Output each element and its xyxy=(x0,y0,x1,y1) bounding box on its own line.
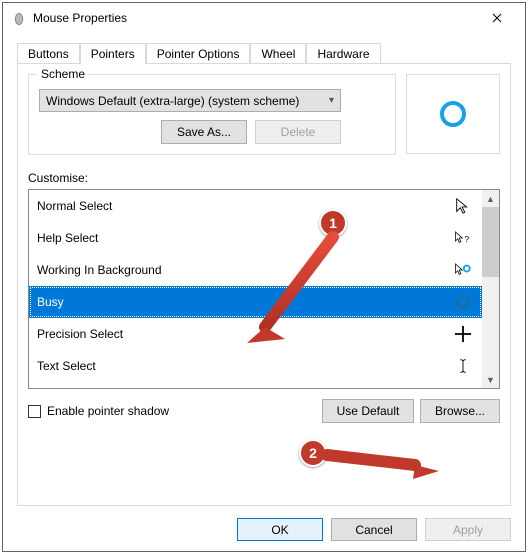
scroll-down-button[interactable]: ▼ xyxy=(482,371,499,388)
mouse-properties-window: Mouse Properties Buttons Pointers Pointe… xyxy=(2,2,526,552)
list-item[interactable]: Help Select ? xyxy=(29,222,482,254)
delete-button: Delete xyxy=(255,120,341,144)
help-cursor-icon: ? xyxy=(452,229,474,247)
scheme-combo-value: Windows Default (extra-large) (system sc… xyxy=(46,94,299,108)
checkbox-box[interactable] xyxy=(28,405,41,418)
list-item[interactable]: Normal Select xyxy=(29,190,482,222)
tab-pointer-options[interactable]: Pointer Options xyxy=(146,43,251,63)
busy-ring-icon xyxy=(440,101,466,127)
browse-button[interactable]: Browse... xyxy=(420,399,500,423)
close-button[interactable] xyxy=(477,4,517,32)
customise-label: Customise: xyxy=(28,171,500,185)
tab-panel-pointers: Scheme Windows Default (extra-large) (sy… xyxy=(17,63,511,506)
tab-hardware[interactable]: Hardware xyxy=(306,43,380,63)
scheme-groupbox: Scheme Windows Default (extra-large) (sy… xyxy=(28,74,396,155)
list-item[interactable]: Text Select xyxy=(29,350,482,382)
svg-text:?: ? xyxy=(465,235,470,244)
checkbox-label: Enable pointer shadow xyxy=(47,404,169,418)
ok-button[interactable]: OK xyxy=(237,518,323,541)
list-item[interactable]: Precision Select xyxy=(29,318,482,350)
working-cursor-icon xyxy=(452,261,474,279)
scheme-combo[interactable]: Windows Default (extra-large) (system sc… xyxy=(39,89,341,112)
list-item-selected[interactable]: Busy xyxy=(29,286,482,318)
cursor-preview xyxy=(406,74,500,154)
text-cursor-icon xyxy=(452,357,474,375)
save-as-button[interactable]: Save As... xyxy=(161,120,247,144)
cancel-button[interactable]: Cancel xyxy=(331,518,417,541)
chevron-down-icon: ▾ xyxy=(329,95,334,106)
precision-cursor-icon xyxy=(452,325,474,343)
tab-buttons[interactable]: Buttons xyxy=(17,43,80,63)
enable-pointer-shadow-checkbox[interactable]: Enable pointer shadow xyxy=(28,404,169,418)
scroll-thumb[interactable] xyxy=(482,207,499,277)
listbox-scrollbar[interactable]: ▲ ▼ xyxy=(482,190,499,388)
window-title: Mouse Properties xyxy=(33,11,477,25)
tabs: Buttons Pointers Pointer Options Wheel H… xyxy=(17,41,511,63)
arrow-cursor-icon xyxy=(452,197,474,215)
titlebar: Mouse Properties xyxy=(3,3,525,33)
tab-pointers[interactable]: Pointers xyxy=(80,43,146,64)
use-default-button[interactable]: Use Default xyxy=(322,399,414,423)
dialog-footer: OK Cancel Apply xyxy=(237,518,511,541)
busy-cursor-icon xyxy=(452,293,474,311)
scheme-legend: Scheme xyxy=(37,67,89,81)
mouse-icon xyxy=(11,10,27,26)
tab-wheel[interactable]: Wheel xyxy=(250,43,306,63)
list-item[interactable]: Working In Background xyxy=(29,254,482,286)
apply-button: Apply xyxy=(425,518,511,541)
scroll-track[interactable] xyxy=(482,207,499,371)
cursor-listbox[interactable]: Normal Select Help Select ? Working In B… xyxy=(28,189,500,389)
scroll-up-button[interactable]: ▲ xyxy=(482,190,499,207)
